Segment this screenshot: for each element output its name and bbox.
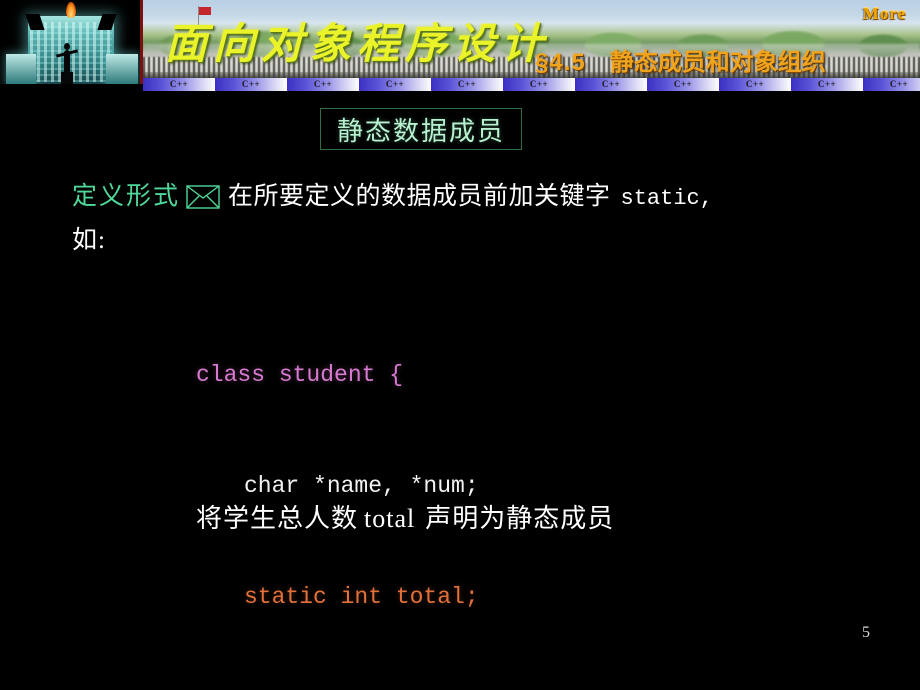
- summary-note: 将学生总人数 total 声明为静态成员: [196, 498, 614, 535]
- definition-keyword: static,: [620, 186, 713, 211]
- definition-text: 在所要定义的数据成员前加关键字: [228, 183, 611, 210]
- photo-foreground: [0, 84, 143, 100]
- campus-night-building-photo: [0, 0, 143, 100]
- cpp-strip-item: C++: [601, 79, 621, 89]
- section-heading: §4.5 静态成员和对象组织: [535, 42, 826, 77]
- cpp-strip-item: C++: [817, 79, 837, 89]
- code-line-static: static int total;: [196, 579, 479, 616]
- slide-canvas: 面向对象程序设计 §4.5 静态成员和对象组织 More C++ C++ C++ …: [0, 0, 920, 690]
- cpp-strip-item: C++: [529, 79, 549, 89]
- section-number: §4.5: [535, 49, 586, 76]
- cpp-strip-item: C++: [889, 79, 909, 89]
- cpp-strip-item: C++: [385, 79, 405, 89]
- header-banner-photo: 面向对象程序设计 §4.5 静态成员和对象组织 More: [143, 0, 920, 78]
- code-line-static-text: static int total;: [244, 584, 479, 610]
- statue-head: [64, 43, 70, 50]
- building-wing-left: [6, 54, 36, 84]
- cpp-strip-item: C++: [673, 79, 693, 89]
- cpp-strip-item: C++: [745, 79, 765, 89]
- cpp-strip-item: C++: [169, 79, 189, 89]
- topic-title-box: 静态数据成员: [320, 108, 522, 150]
- cpp-strip-item: C++: [457, 79, 477, 89]
- summary-note-suffix: 声明为静态成员: [425, 504, 615, 533]
- section-title: 静态成员和对象组织: [609, 49, 826, 76]
- envelope-icon: [186, 183, 220, 221]
- code-line-class: class student {: [196, 362, 404, 388]
- slide-header: 面向对象程序设计 §4.5 静态成员和对象组织 More C++ C++ C++ …: [0, 0, 920, 100]
- header-underline: [143, 91, 920, 93]
- rooftop-flame-icon: [66, 2, 76, 18]
- cpp-strip-item: C++: [241, 79, 261, 89]
- topic-title-label: 静态数据成员: [336, 116, 505, 146]
- more-logo: More: [862, 4, 906, 23]
- definition-line: 定义形式 在所要定义的数据成员前加关键字 static,: [72, 178, 872, 221]
- building-wing-right: [106, 54, 138, 84]
- summary-note-identifier: total: [364, 504, 416, 533]
- code-line-char-text: char *name, *num;: [244, 473, 479, 499]
- cpp-strip-labels: C++ C++ C++ C++ C++ C++ C++ C++ C++ C++ …: [143, 78, 920, 91]
- cpp-strip-item: C++: [313, 79, 333, 89]
- definition-line2: 如:: [72, 227, 106, 254]
- page-number: 5: [862, 624, 870, 641]
- summary-note-prefix: 将学生总人数: [196, 504, 359, 533]
- statue-silhouette: [55, 42, 79, 90]
- definition-label: 定义形式: [72, 183, 181, 210]
- cpp-decorative-strip: C++ C++ C++ C++ C++ C++ C++ C++ C++ C++ …: [143, 78, 920, 91]
- course-title: 面向对象程序设计: [165, 22, 550, 68]
- code-sample: class student { char *name, *num; static…: [196, 283, 479, 690]
